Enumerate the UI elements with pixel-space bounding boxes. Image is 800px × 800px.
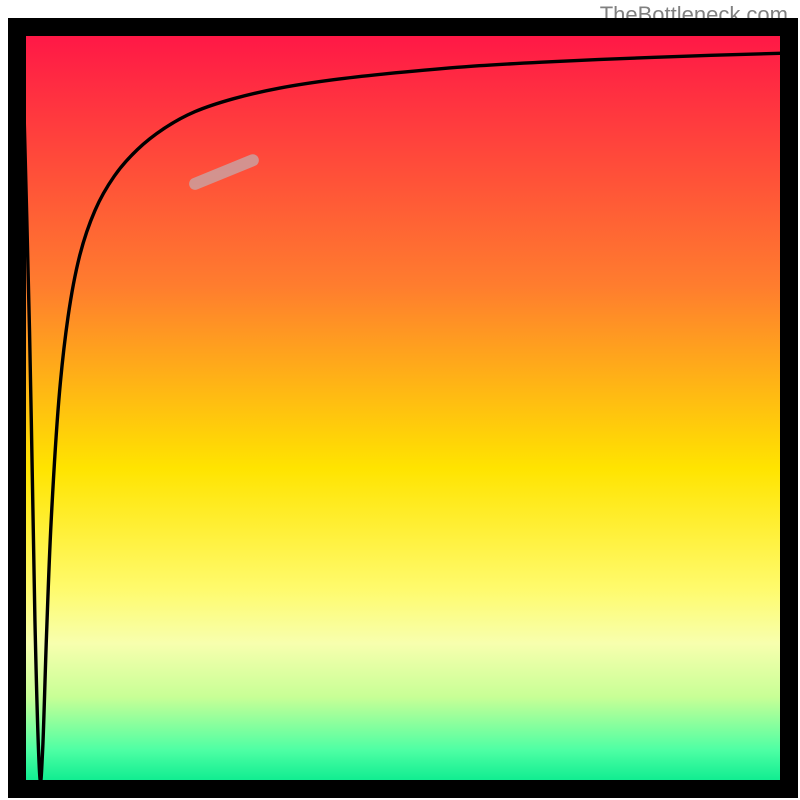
chart-container: TheBottleneck.com xyxy=(0,0,800,800)
plot-background xyxy=(18,28,788,788)
bottleneck-chart xyxy=(0,0,800,800)
